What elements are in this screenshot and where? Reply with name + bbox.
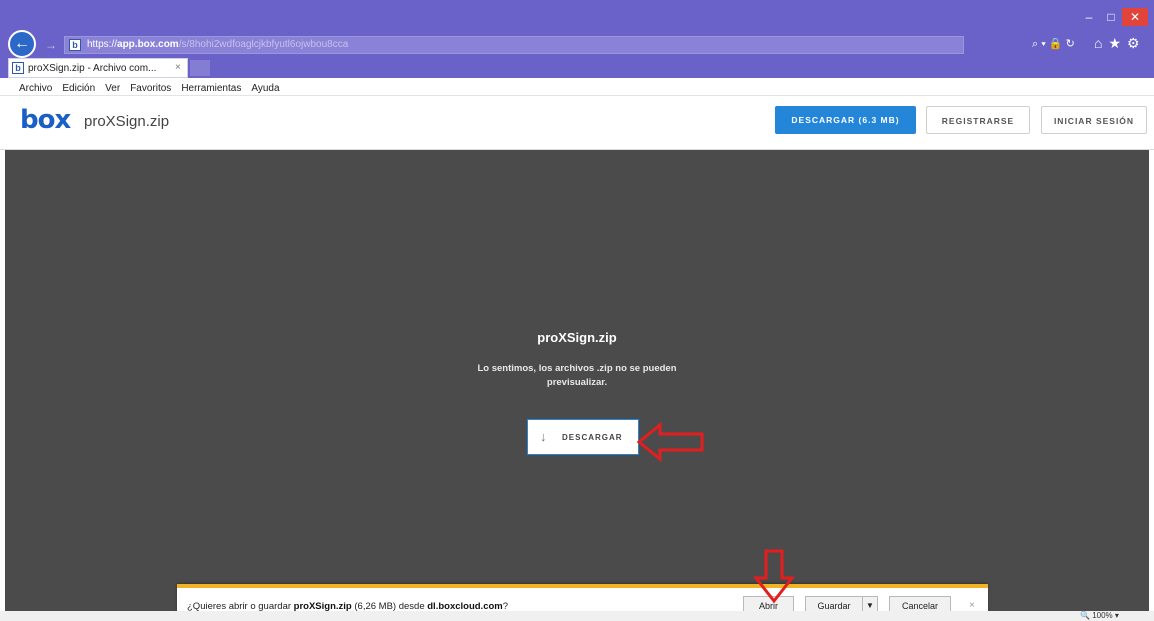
forward-arrow-icon[interactable]: → [42, 36, 60, 54]
url-path: /s/8hohi2wdfoaglcjkbfyutl6ojwbou8cca [178, 39, 349, 50]
annotation-arrow-down [752, 549, 796, 604]
preview-title: proXSign.zip [537, 330, 617, 345]
menu-ayuda[interactable]: Ayuda [246, 80, 284, 94]
box-logo[interactable]: box [20, 105, 71, 135]
box-favicon-icon: b [69, 39, 81, 51]
address-bar-icons[interactable]: ⌕ ▾ 🔒 ↻ [1032, 37, 1075, 51]
address-url[interactable]: https://app.box.com/s/8hohi2wdfoaglcjkbf… [87, 39, 348, 50]
menu-favoritos[interactable]: Favoritos [125, 80, 176, 94]
back-arrow-icon[interactable]: ← [8, 30, 36, 58]
tab-close-icon[interactable]: × [175, 62, 181, 73]
close-window-button[interactable]: ✕ [1122, 8, 1148, 26]
preview-download-button[interactable]: ↓ DESCARGAR [527, 419, 639, 455]
menu-bar: Archivo Edición Ver Favoritos Herramientas Ay… [0, 78, 1154, 96]
maximize-button[interactable]: □ [1100, 8, 1122, 26]
login-button[interactable]: INICIAR SESIÓN [1041, 106, 1147, 134]
minimize-button[interactable]: – [1078, 8, 1100, 26]
url-host: app.box.com [117, 39, 179, 50]
url-scheme: https:// [87, 39, 118, 50]
menu-archivo[interactable]: Archivo [14, 80, 57, 94]
gear-icon[interactable]: ⚙ [1127, 35, 1146, 51]
box-header: box proXSign.zip DESCARGAR (6.3 MB) REGI… [0, 96, 1154, 150]
download-arrow-icon: ↓ [540, 429, 547, 444]
zoom-icon: 🔍 [1080, 611, 1090, 620]
tab-proxsign[interactable]: b proXSign.zip - Archivo com... × [8, 58, 188, 78]
menu-herramientas[interactable]: Herramientas [176, 80, 246, 94]
preview-area: proXSign.zip Lo sentimos, los archivos .… [5, 150, 1149, 611]
toolbar-icons[interactable]: ⌂★⚙ [1094, 35, 1146, 52]
menu-ver[interactable]: Ver [100, 80, 125, 94]
file-name: proXSign.zip [84, 113, 170, 130]
tab-title: proXSign.zip - Archivo com... [28, 63, 157, 74]
preview-message: Lo sentimos, los archivos .zip no se pue… [477, 363, 677, 388]
notification-close-icon[interactable]: × [969, 600, 975, 611]
new-tab-button[interactable] [190, 60, 210, 76]
star-icon[interactable]: ★ [1108, 35, 1127, 51]
address-bar[interactable]: b https://app.box.com/s/8hohi2wdfoaglcjk… [64, 36, 964, 54]
annotation-arrow-left [636, 422, 704, 462]
download-button[interactable]: DESCARGAR (6.3 MB) [775, 106, 916, 134]
zoom-value: 100% [1092, 611, 1113, 620]
preview-download-label: DESCARGAR [562, 433, 623, 442]
zoom-level[interactable]: 🔍 100% ▾ [1080, 611, 1119, 620]
box-favicon-icon: b [12, 62, 24, 74]
menu-edicion[interactable]: Edición [57, 80, 100, 94]
register-button[interactable]: REGISTRARSE [926, 106, 1030, 134]
home-icon[interactable]: ⌂ [1094, 35, 1108, 51]
status-bar [0, 611, 1154, 621]
